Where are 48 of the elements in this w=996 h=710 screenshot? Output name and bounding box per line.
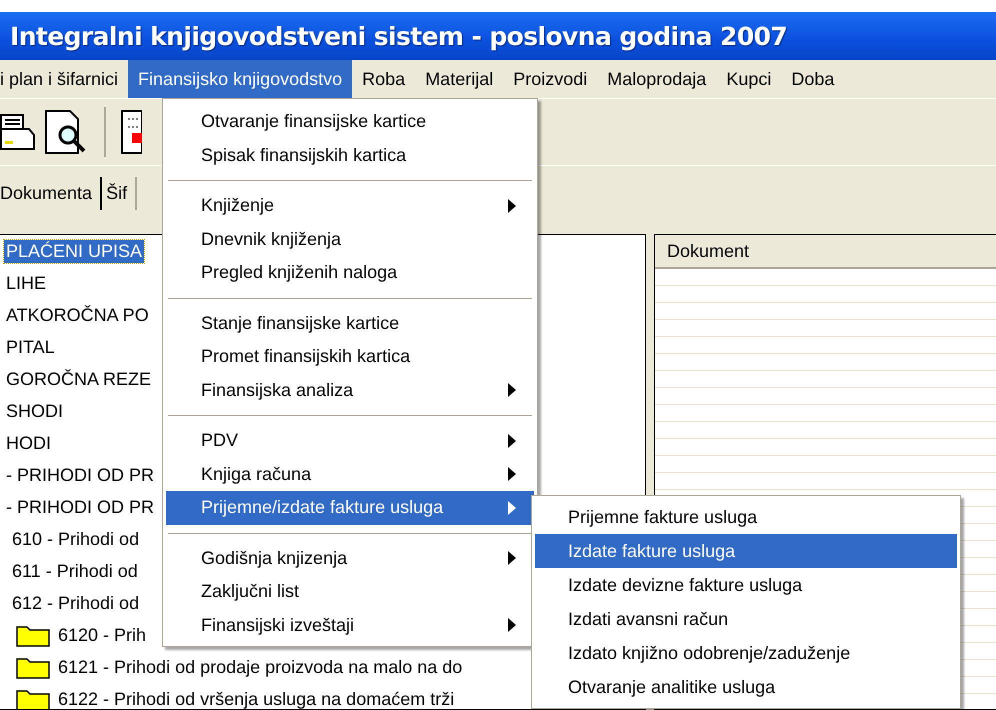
tree-item[interactable]: 612 - Prihodi od xyxy=(10,592,142,614)
menu-item[interactable]: Knjiga računa xyxy=(166,458,534,491)
menu-bar-item[interactable]: Finansijsko knjigovodstvo xyxy=(128,60,352,98)
tree-item[interactable]: HODI xyxy=(4,432,53,454)
menu-bar-item[interactable]: Proizvodi xyxy=(503,60,598,98)
menu-item[interactable]: Pregled knjiženih naloga xyxy=(166,256,534,290)
menu-item[interactable]: Izdate devizne fakture usluga xyxy=(535,568,957,602)
menu-item[interactable]: Stanje finansijske kartice xyxy=(166,306,534,340)
menu-bar-item[interactable]: Materijal xyxy=(415,60,504,98)
menu-item[interactable]: Zaključni list xyxy=(166,575,534,608)
tree-item[interactable]: GOROČNA REZE xyxy=(4,368,154,390)
tree-item[interactable]: - PRIHODI OD PR xyxy=(4,496,156,518)
tree-item[interactable]: 6122 - Prihodi od vršenja usluga na domaćem trži xyxy=(56,688,456,709)
menu-item[interactable]: Izdati avansni račun xyxy=(535,602,957,636)
menu-item[interactable]: Finansijska analiza xyxy=(166,374,534,407)
tree-item[interactable]: 6120 - Prih xyxy=(56,624,148,646)
report-icon[interactable] xyxy=(120,107,142,157)
tree-item[interactable]: 610 - Prihodi od xyxy=(10,528,142,550)
menu-bar-item[interactable]: Roba xyxy=(352,60,416,98)
menu-item[interactable]: Godišnja knjizenja xyxy=(166,542,534,575)
tree-item[interactable]: PLAĆENI UPISA xyxy=(4,240,144,262)
menu-item[interactable]: Izdate fakture usluga xyxy=(535,534,957,568)
tree-item[interactable]: - PRIHODI OD PR xyxy=(4,464,156,486)
tab[interactable]: Dokumenta xyxy=(0,177,102,210)
menu-item[interactable]: Otvaranje finansijske kartice xyxy=(166,105,534,138)
menu-bar-item[interactable]: Kupci xyxy=(716,60,782,98)
window-title: Integralni knjigovodstveni sistem - poslovna godina 2007 xyxy=(10,22,788,50)
tree-item[interactable]: LIHE xyxy=(4,272,48,294)
menu-item[interactable]: Izdato knjižno odobrenje/zaduženje xyxy=(535,636,957,670)
tree-item[interactable]: ATKOROČNA PO xyxy=(4,304,151,326)
menu-item[interactable]: PDV xyxy=(166,424,534,458)
tree-item[interactable]: SHODI xyxy=(4,400,66,422)
menu-item[interactable]: Finansijski izveštaji xyxy=(166,608,534,642)
menu-item[interactable]: Prijemne/izdate fakture usluga xyxy=(166,491,534,524)
menu-bar-item[interactable]: i plan i šifarnici xyxy=(0,60,128,98)
tree-item[interactable]: 611 - Prihodi od xyxy=(10,560,140,582)
menu-item[interactable]: Otvaranje analitike usluga xyxy=(535,670,957,704)
menu-item[interactable]: Spisak finansijskih kartica xyxy=(166,138,534,172)
tree-item[interactable]: PITAL xyxy=(4,336,57,358)
menu-item[interactable]: Prijemne fakture usluga xyxy=(535,500,957,534)
menu-item[interactable]: Promet finansijskih kartica xyxy=(166,340,534,374)
tab[interactable]: Šif xyxy=(106,177,138,210)
column-header[interactable]: Dokument xyxy=(655,240,750,262)
menu-bar-item[interactable]: Maloprodaja xyxy=(597,60,716,98)
menu-bar-item[interactable]: Doba xyxy=(781,60,844,98)
menu-item[interactable]: Dnevnik knjiženja xyxy=(166,222,534,256)
menu-item[interactable]: Knjiženje xyxy=(166,189,534,222)
tree-item[interactable]: 6121 - Prihodi od prodaje proizvoda na malo na do xyxy=(56,656,464,678)
